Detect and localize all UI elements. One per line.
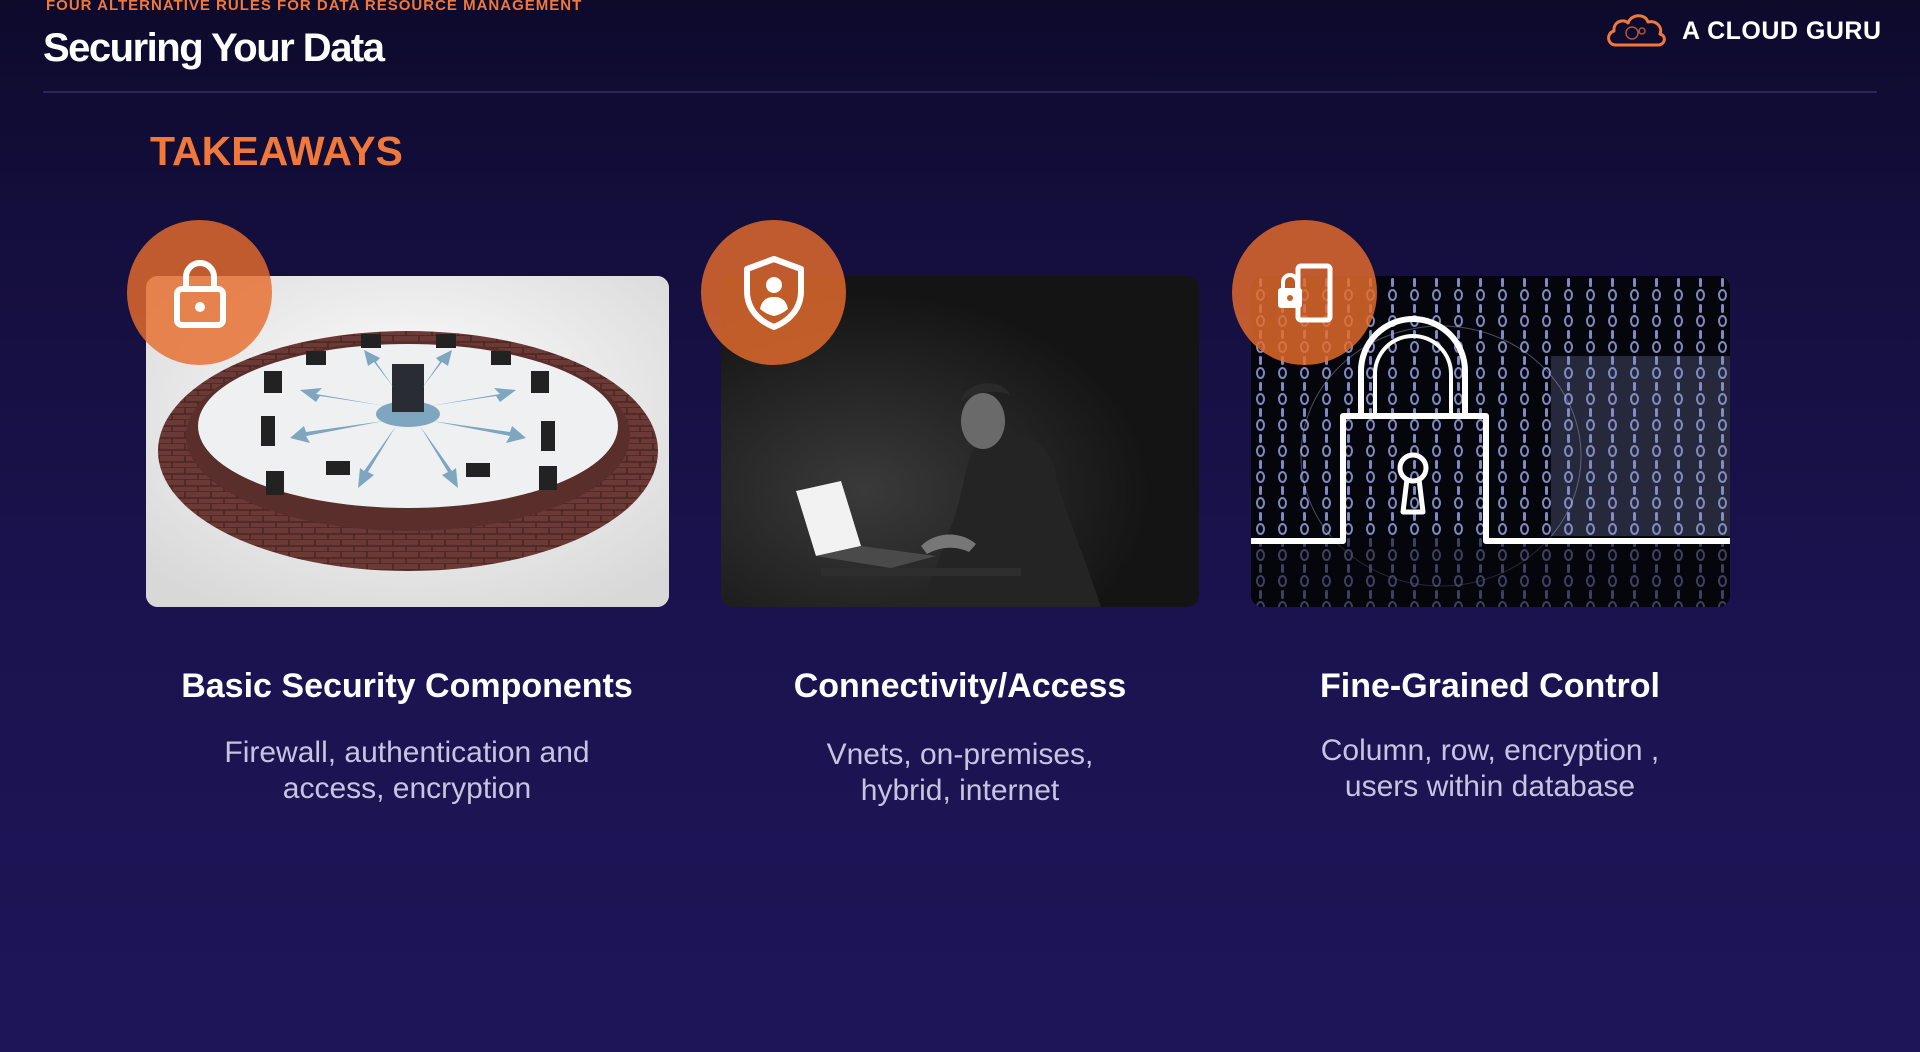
cloud-logo-icon	[1607, 14, 1666, 47]
mobile-lock-icon	[1232, 220, 1377, 365]
slide-title: Securing Your Data	[43, 26, 385, 70]
slide-kicker: FOUR ALTERNATIVE RULES FOR DATA RESOURCE…	[46, 0, 583, 14]
user-shield-icon	[701, 220, 846, 365]
header-divider	[43, 91, 1877, 93]
card-description: Vnets, on-premises, hybrid, internet	[826, 738, 1094, 807]
brand-name: A CLOUD GURU	[1682, 16, 1882, 45]
padlock-icon	[127, 220, 272, 365]
brand-logo: A CLOUD GURU	[1604, 9, 1882, 53]
card-description: Column, row, encryption , users within d…	[1320, 734, 1660, 803]
card-title: Connectivity/Access	[793, 667, 1127, 705]
card-title: Fine-Grained Control	[1320, 667, 1660, 705]
section-heading: TAKEAWAYS	[150, 128, 403, 174]
card-title: Basic Security Components	[181, 667, 633, 705]
card-description: Firewall, authentication and access, enc…	[224, 736, 590, 805]
